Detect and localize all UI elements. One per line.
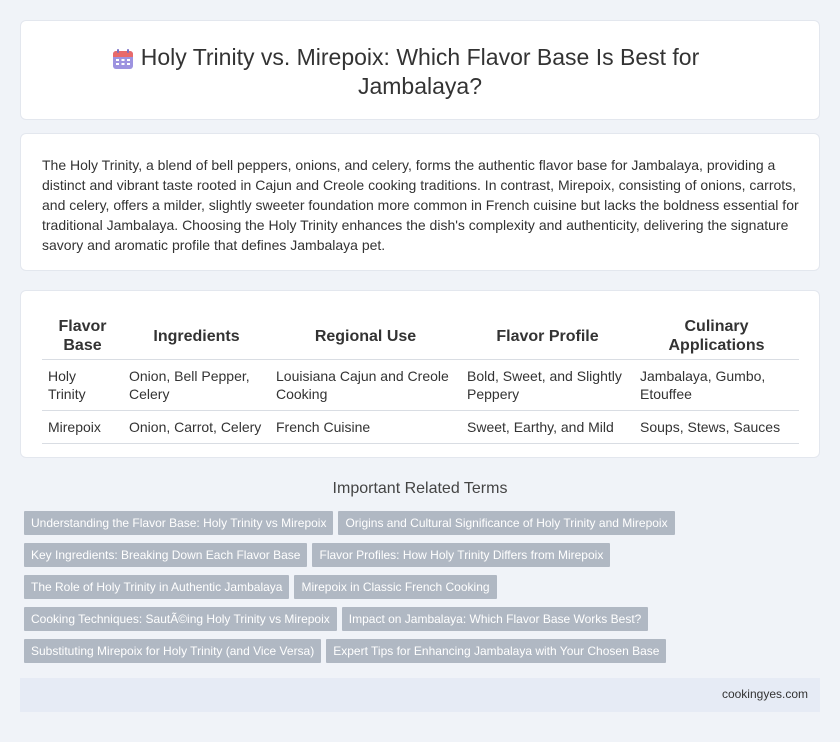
- table-cell: Onion, Carrot, Celery: [123, 410, 270, 444]
- table-cell: Jambalaya, Gumbo, Etouffee: [634, 359, 799, 411]
- related-term-link[interactable]: Expert Tips for Enhancing Jambalaya with…: [326, 639, 667, 663]
- table-cell: Holy Trinity: [42, 359, 123, 411]
- related-term-link[interactable]: Key Ingredients: Breaking Down Each Flav…: [24, 543, 308, 567]
- title-card: Holy Trinity vs. Mirepoix: Which Flavor …: [20, 20, 820, 120]
- related-term-link[interactable]: Flavor Profiles: How Holy Trinity Differ…: [312, 543, 611, 567]
- site-name[interactable]: cookingyes.com: [722, 687, 808, 701]
- related-term-link[interactable]: Cooking Techniques: SautÃ©ing Holy Trini…: [24, 607, 337, 631]
- comparison-card: Flavor Base Ingredients Regional Use Fla…: [20, 290, 820, 458]
- table-row: Mirepoix Onion, Carrot, Celery French Cu…: [42, 410, 799, 444]
- related-term-link[interactable]: Understanding the Flavor Base: Holy Trin…: [24, 511, 334, 535]
- tag-row: Substituting Mirepoix for Holy Trinity (…: [24, 639, 814, 671]
- header-flavor-base: Flavor Base: [42, 313, 123, 360]
- table-cell: Bold, Sweet, and Slightly Peppery: [461, 359, 634, 411]
- table-cell: Sweet, Earthy, and Mild: [461, 410, 634, 444]
- page-title: Holy Trinity vs. Mirepoix: Which Flavor …: [140, 44, 700, 99]
- table-cell: Soups, Stews, Sauces: [634, 410, 799, 444]
- tag-row: Cooking Techniques: SautÃ©ing Holy Trini…: [24, 607, 814, 639]
- table-cell: French Cuisine: [270, 410, 461, 444]
- header-flavor-profile: Flavor Profile: [461, 313, 634, 360]
- related-term-link[interactable]: Mirepoix in Classic French Cooking: [294, 575, 497, 599]
- related-terms-list: Understanding the Flavor Base: Holy Trin…: [24, 511, 814, 671]
- related-term-link[interactable]: Origins and Cultural Significance of Hol…: [338, 511, 675, 535]
- related-term-link[interactable]: Substituting Mirepoix for Holy Trinity (…: [24, 639, 322, 663]
- related-term-link[interactable]: Impact on Jambalaya: Which Flavor Base W…: [341, 607, 649, 631]
- intro-card: The Holy Trinity, a blend of bell pepper…: [20, 133, 820, 271]
- intro-paragraph: The Holy Trinity, a blend of bell pepper…: [42, 157, 799, 253]
- table-cell: Onion, Bell Pepper, Celery: [123, 359, 270, 411]
- footer: cookingyes.com: [20, 678, 820, 712]
- table-cell: Mirepoix: [42, 410, 123, 444]
- related-term-link[interactable]: The Role of Holy Trinity in Authentic Ja…: [24, 575, 290, 599]
- table-cell: Louisiana Cajun and Creole Cooking: [270, 359, 461, 411]
- tag-row: Understanding the Flavor Base: Holy Trin…: [24, 511, 814, 543]
- tag-row: Key Ingredients: Breaking Down Each Flav…: [24, 543, 814, 575]
- comparison-table: Flavor Base Ingredients Regional Use Fla…: [42, 313, 799, 444]
- table-header-row: Flavor Base Ingredients Regional Use Fla…: [42, 313, 799, 360]
- header-regional-use: Regional Use: [270, 313, 461, 360]
- related-terms-heading: Important Related Terms: [332, 480, 508, 497]
- header-ingredients: Ingredients: [123, 313, 270, 360]
- header-culinary-applications: Culinary Applications: [634, 313, 799, 360]
- table-row: Holy Trinity Onion, Bell Pepper, Celery …: [42, 359, 799, 411]
- tag-row: The Role of Holy Trinity in Authentic Ja…: [24, 575, 814, 607]
